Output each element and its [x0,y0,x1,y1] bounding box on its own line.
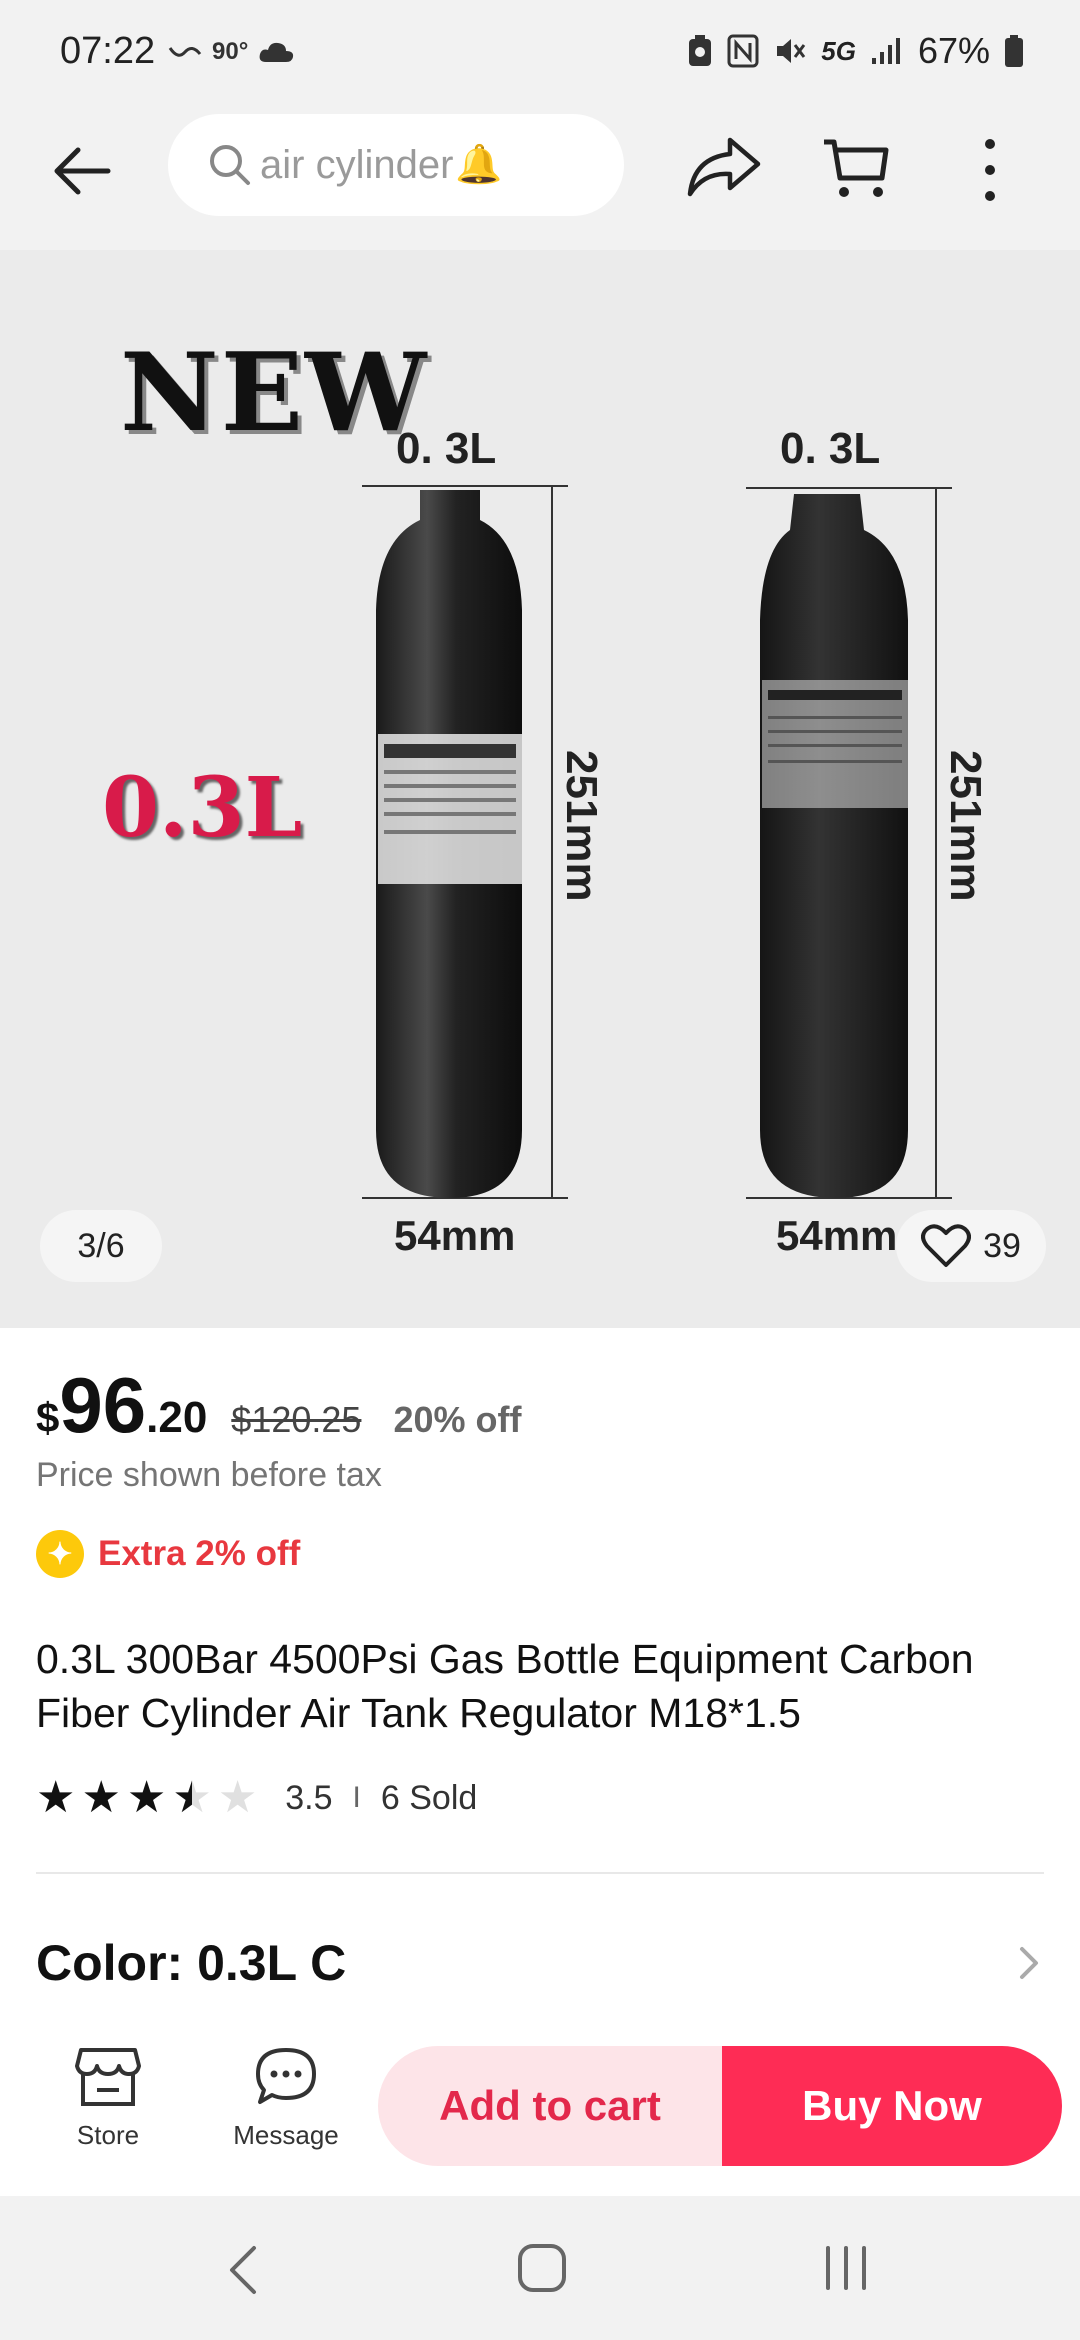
cart-icon [824,139,889,197]
tax-note: Price shown before tax [36,1456,382,1494]
half-star-icon: ★ [172,1773,212,1822]
star-icon: ★ [81,1773,121,1822]
nav-back-icon[interactable] [218,2242,268,2298]
nfc-icon [727,34,759,68]
right-diameter-label: 54mm [776,1212,898,1259]
search-icon [210,145,250,185]
search-query: air cylinder [260,142,454,187]
store-icon [75,2048,141,2106]
cloud-icon [258,40,296,64]
price-decimal: .20 [146,1393,208,1442]
nav-home-icon[interactable] [516,2242,568,2294]
status-right-icons: 5G 67% [687,30,1024,72]
extra-discount-text: Extra 2% off [98,1534,301,1573]
top-app-bar: air cylinder 🔔 [0,106,1080,250]
wishlist-count: 39 [983,1226,1021,1265]
image-counter: 3/6 [40,1210,162,1282]
discount-label: 20% off [393,1399,522,1440]
back-button[interactable] [48,136,118,206]
share-icon [687,137,761,197]
store-label: Store [76,2120,140,2150]
right-capacity-label: 0. 3L [780,424,881,473]
mute-icon [773,34,807,68]
more-options-button[interactable] [968,130,1012,210]
star-icon: ★ [126,1773,167,1822]
chevron-right-icon [1020,1947,1038,1979]
color-selector[interactable]: Color: 0.3L C [36,1934,1044,1992]
message-icon [256,2048,316,2104]
status-temperature: 90° [212,38,249,65]
battery-saver-icon [687,34,713,68]
store-button[interactable]: Store [40,2046,176,2170]
original-price: $120.25 [231,1399,362,1440]
rating-row[interactable]: ★ ★ ★ ★ ★ 3.5 I 6 Sold [36,1776,477,1820]
left-diameter-label: 54mm [394,1212,516,1259]
status-battery-text: 67% [917,30,990,71]
status-time: 07:22 [60,30,156,72]
price-integer: 96 [59,1361,147,1449]
wave-icon [168,42,202,62]
search-input[interactable]: air cylinder 🔔 [168,114,624,216]
coin-icon: ✦ [36,1530,84,1578]
extra-discount-badge[interactable]: ✦ Extra 2% off [36,1530,300,1578]
more-icon [985,139,995,201]
bottom-action-bar: Store Message Add to cart Buy Now [0,2020,1080,2196]
back-arrow-icon [54,147,111,195]
status-left-icons: 90° [168,38,296,66]
wishlist-button[interactable]: 39 [896,1210,1046,1282]
share-button[interactable] [686,134,762,200]
battery-icon [1004,34,1024,68]
buy-now-button[interactable]: Buy Now [722,2046,1062,2166]
left-height-label: 251mm [557,750,606,902]
sold-count: 6 Sold [380,1778,478,1817]
rating-value: 3.5 [285,1778,333,1817]
divider [36,1872,1044,1874]
product-image [362,485,952,1199]
system-navigation-bar [0,2196,1080,2340]
bell-emoji: 🔔 [455,144,503,186]
cart-button[interactable] [820,132,892,204]
nav-recent-apps-icon[interactable] [820,2242,872,2294]
status-network: 5G [821,35,856,66]
color-label: Color: 0.3L C [36,1935,347,1991]
left-capacity-label: 0. 3L [396,424,497,473]
image-counter-text: 3/6 [77,1226,125,1265]
product-image-gallery[interactable]: NEW 0.3L 0. 3L 0. 3L 251mm 251mm 54mm 54… [0,250,1080,1328]
product-title: 0.3L 300Bar 4500Psi Gas Bottle Equipment… [36,1636,974,1736]
status-bar: 07:22 90° 5G 67% [0,0,1080,106]
signal-icon [870,36,904,66]
heart-icon [921,1224,972,1267]
price-currency: $ [36,1394,60,1441]
rating-separator: I [352,1781,361,1814]
price-row: $ 96 .20 $120.25 20% off [36,1360,521,1451]
add-to-cart-button[interactable]: Add to cart [378,2046,722,2166]
star-icon: ★ [36,1773,76,1822]
star-empty-icon: ★ [217,1773,258,1822]
message-label: Message [233,2120,339,2150]
message-button[interactable]: Message [216,2046,356,2170]
right-height-label: 251mm [941,750,990,902]
